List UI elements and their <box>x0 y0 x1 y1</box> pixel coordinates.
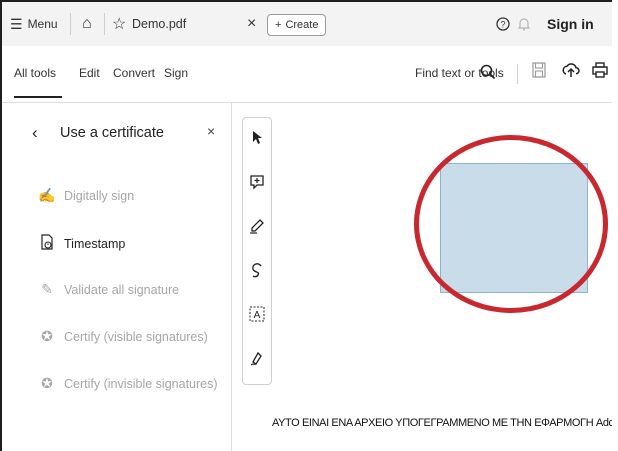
create-label: Create <box>285 19 319 31</box>
item-label: Certify (invisible signatures) <box>64 376 218 391</box>
divider <box>517 64 518 84</box>
back-arrow-icon[interactable]: ‹ <box>32 123 38 143</box>
validate-signatures-item[interactable]: ✎ Validate all signature <box>38 281 179 298</box>
plus-icon: + <box>275 19 282 31</box>
divider <box>104 13 105 35</box>
timestamp-icon <box>38 234 56 253</box>
svg-text:A: A <box>254 310 261 321</box>
tab-all-tools[interactable]: All tools <box>14 66 56 80</box>
document-body-text: ΑΥΤΟ ΕΙΝΑΙ ΕΝΑ ΑΡΧΕΙΟ ΥΠΟΓΕΓΡΑΜΜΕΝΟ ΜΕ Τ… <box>272 417 612 429</box>
help-icon[interactable]: ? <box>496 2 510 46</box>
digital-sign-icon: ✍ <box>38 187 56 203</box>
item-label: Digitally sign <box>64 188 135 203</box>
print-icon[interactable] <box>592 62 608 83</box>
svg-text:?: ? <box>500 20 505 30</box>
certify-visible-item[interactable]: ✪ Certify (visible signatures) <box>38 328 208 345</box>
star-icon[interactable]: ☆ <box>112 2 126 46</box>
validate-icon: ✎ <box>41 281 53 297</box>
item-label: Certify (visible signatures) <box>64 329 208 344</box>
item-label: Validate all signature <box>64 282 180 297</box>
close-panel-icon[interactable]: × <box>207 123 215 139</box>
hamburger-icon: ☰ <box>10 15 23 32</box>
add-comment-icon[interactable] <box>243 174 271 195</box>
certify-invisible-item[interactable]: ✪ Certify (invisible signatures) <box>38 375 218 392</box>
certify-visible-icon: ✪ <box>41 328 53 344</box>
highlight-circle <box>414 135 608 313</box>
tab-sign[interactable]: Sign <box>164 66 188 80</box>
active-tab-indicator <box>14 96 62 98</box>
save-icon[interactable] <box>532 62 546 83</box>
tools-toolbar: All tools Edit Convert Sign Find text or… <box>2 46 612 103</box>
menu-button[interactable]: ☰ Menu <box>10 2 58 46</box>
search-icon[interactable] <box>480 64 496 85</box>
timestamp-item[interactable]: Timestamp <box>38 234 125 253</box>
certificate-panel: ‹ Use a certificate × ✍ Digitally sign T… <box>2 103 232 451</box>
home-icon[interactable]: ⌂ <box>82 2 92 46</box>
upload-icon[interactable] <box>562 62 580 83</box>
close-icon[interactable]: × <box>247 2 256 46</box>
document-tab-title[interactable]: Demo.pdf <box>132 2 186 46</box>
freehand-draw-icon[interactable] <box>243 262 271 283</box>
cursor-icon[interactable] <box>243 130 271 151</box>
tab-convert[interactable]: Convert <box>113 66 155 80</box>
text-select-icon[interactable]: A <box>243 306 271 327</box>
sign-pen-icon[interactable] <box>243 350 271 371</box>
create-button[interactable]: + Create <box>267 14 327 36</box>
quick-tools-toolbar: A <box>242 117 272 385</box>
digitally-sign-item[interactable]: ✍ Digitally sign <box>38 187 134 204</box>
sign-in-button[interactable]: Sign in <box>547 2 594 46</box>
tab-edit[interactable]: Edit <box>79 66 100 80</box>
divider <box>70 13 71 35</box>
highlight-pen-icon[interactable] <box>243 218 271 239</box>
item-label: Timestamp <box>64 236 126 251</box>
certify-invisible-icon: ✪ <box>41 375 53 391</box>
panel-title: Use a certificate <box>60 125 164 141</box>
menu-label: Menu <box>27 17 58 31</box>
bell-icon[interactable] <box>518 2 530 46</box>
top-bar: ☰ Menu ⌂ ☆ Demo.pdf × + Create ? Sign in <box>2 2 612 47</box>
app-window: ☰ Menu ⌂ ☆ Demo.pdf × + Create ? Sign in… <box>0 0 612 451</box>
document-view: A ΑΥΤΟ ΕΙΝΑΙ ΕΝΑ ΑΡΧΕΙΟ ΥΠΟΓΕΓΡΑΜΜΕΝΟ ΜΕ… <box>232 103 612 451</box>
